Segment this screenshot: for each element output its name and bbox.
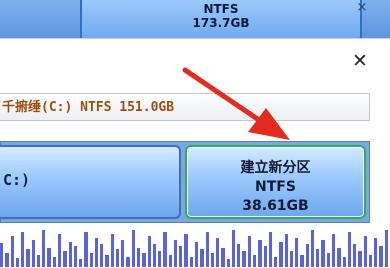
- red-arrow-annotation: [182, 67, 290, 140]
- arrow-head: [248, 108, 290, 140]
- arrow-shaft: [182, 67, 265, 125]
